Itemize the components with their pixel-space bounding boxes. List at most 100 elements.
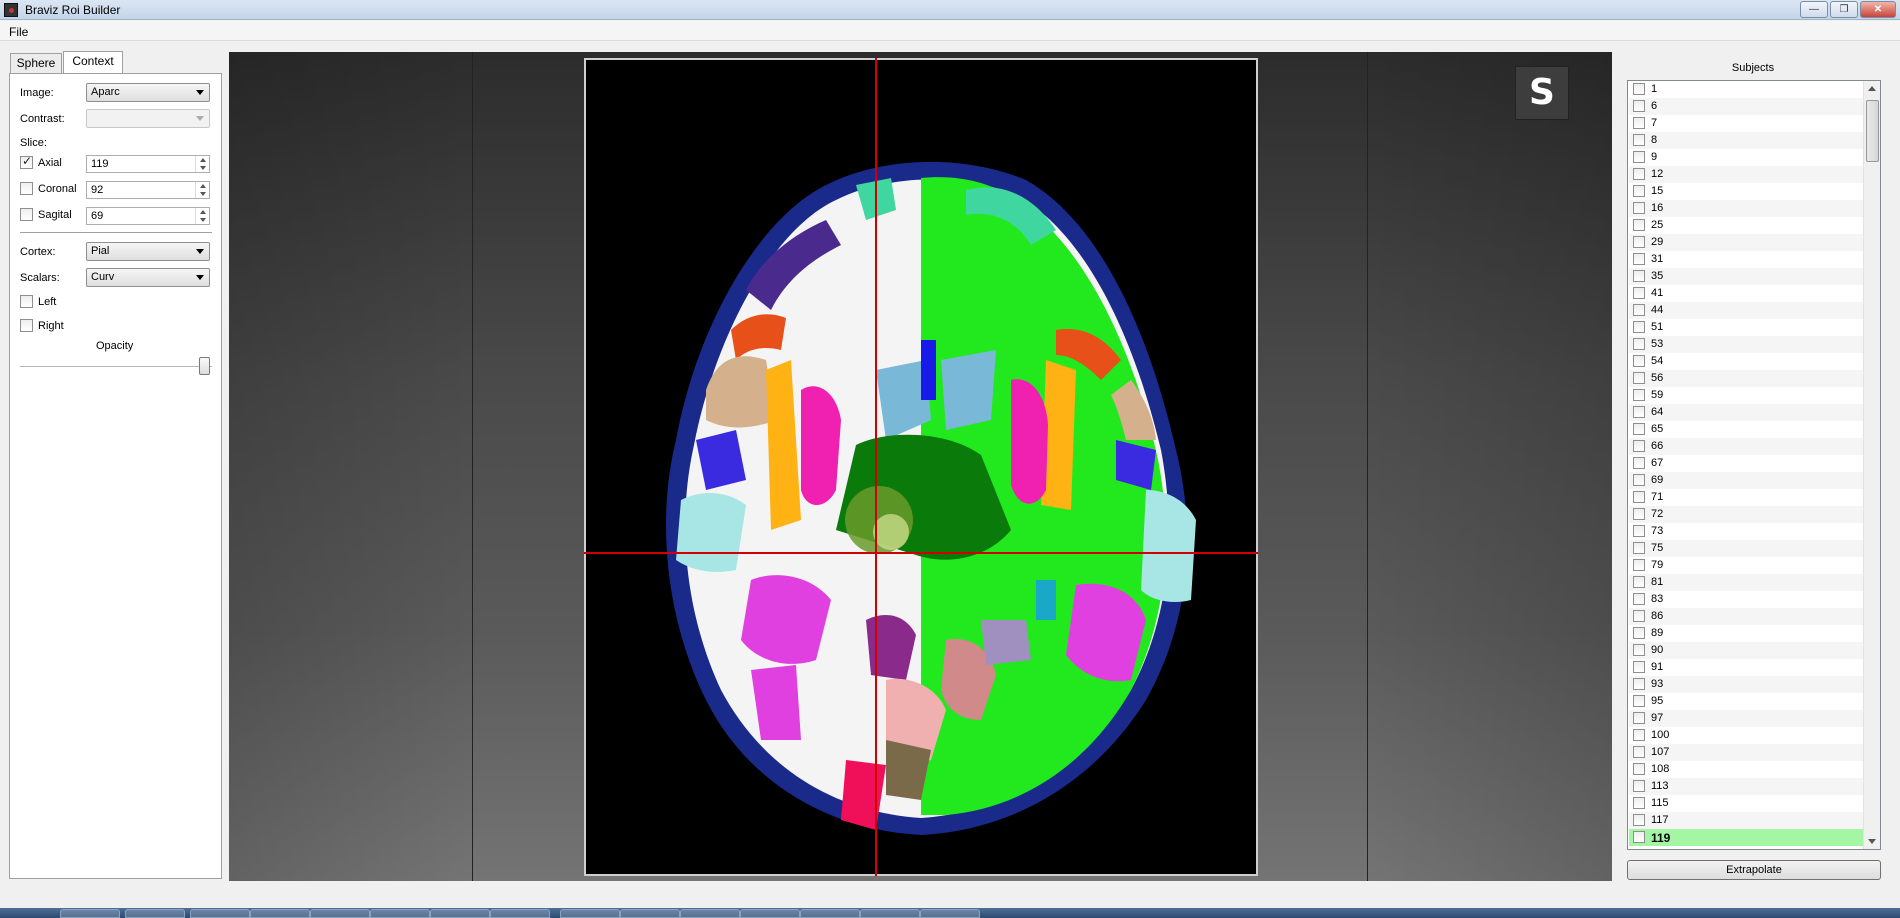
subject-checkbox[interactable] [1633, 304, 1645, 316]
sagital-spinbox[interactable]: 69 [86, 207, 210, 225]
subject-checkbox[interactable] [1633, 491, 1645, 503]
axial-spinbox[interactable]: 119 [86, 155, 210, 173]
subject-checkbox[interactable] [1633, 406, 1645, 418]
subject-row[interactable]: 108 [1629, 761, 1864, 778]
subject-row[interactable]: 29 [1629, 234, 1864, 251]
taskbar-button[interactable] [860, 909, 920, 918]
subject-checkbox[interactable] [1633, 780, 1645, 792]
subject-checkbox[interactable] [1633, 559, 1645, 571]
spin-arrows-icon[interactable] [195, 156, 209, 172]
taskbar-button[interactable] [800, 909, 860, 918]
subjects-list[interactable]: 1 6 7 8 9 12 15 16 25 29 31 35 41 44 51 53 54 56 59 64 65 66 6… [1627, 80, 1881, 850]
subject-checkbox[interactable] [1633, 712, 1645, 724]
right-checkbox[interactable] [20, 319, 33, 332]
subject-row[interactable]: 90 [1629, 642, 1864, 659]
subject-checkbox[interactable] [1633, 338, 1645, 350]
subject-checkbox[interactable] [1633, 168, 1645, 180]
subject-row[interactable]: 117 [1629, 812, 1864, 829]
subject-row[interactable]: 69 [1629, 472, 1864, 489]
scroll-up-icon[interactable] [1868, 86, 1876, 91]
taskbar-button[interactable] [60, 909, 120, 918]
taskbar-button[interactable] [310, 909, 370, 918]
subject-row[interactable]: 71 [1629, 489, 1864, 506]
taskbar-button[interactable] [490, 909, 550, 918]
close-button[interactable]: ✕ [1860, 1, 1896, 18]
subject-checkbox[interactable] [1633, 423, 1645, 435]
subject-row[interactable]: 115 [1629, 795, 1864, 812]
subject-row[interactable]: 25 [1629, 217, 1864, 234]
subject-checkbox[interactable] [1633, 678, 1645, 690]
subject-row[interactable]: 54 [1629, 353, 1864, 370]
contrast-combo[interactable] [86, 109, 210, 128]
subject-row[interactable]: 91 [1629, 659, 1864, 676]
subject-row[interactable]: 44 [1629, 302, 1864, 319]
subject-checkbox[interactable] [1633, 814, 1645, 826]
subject-checkbox[interactable] [1633, 134, 1645, 146]
subject-checkbox[interactable] [1633, 270, 1645, 282]
subject-checkbox[interactable] [1633, 576, 1645, 588]
image-combo[interactable]: Aparc [86, 83, 210, 102]
subject-row[interactable]: 119 [1629, 829, 1864, 846]
subject-checkbox[interactable] [1633, 729, 1645, 741]
subject-row[interactable]: 59 [1629, 387, 1864, 404]
subject-checkbox[interactable] [1633, 236, 1645, 248]
subject-checkbox[interactable] [1633, 321, 1645, 333]
subject-checkbox[interactable] [1633, 117, 1645, 129]
subject-row[interactable]: 51 [1629, 319, 1864, 336]
subject-checkbox[interactable] [1633, 695, 1645, 707]
sagital-checkbox[interactable] [20, 208, 33, 221]
taskbar-button[interactable] [620, 909, 680, 918]
subject-row[interactable]: 81 [1629, 574, 1864, 591]
axial-slice-image[interactable] [584, 58, 1258, 876]
taskbar-button[interactable] [250, 909, 310, 918]
subjects-scrollbar[interactable] [1863, 81, 1880, 849]
subject-checkbox[interactable] [1633, 287, 1645, 299]
subject-checkbox[interactable] [1633, 202, 1645, 214]
subject-checkbox[interactable] [1633, 763, 1645, 775]
subject-checkbox[interactable] [1633, 746, 1645, 758]
subject-row[interactable]: 75 [1629, 540, 1864, 557]
subject-row[interactable]: 66 [1629, 438, 1864, 455]
subject-checkbox[interactable] [1633, 83, 1645, 95]
subject-row[interactable]: 65 [1629, 421, 1864, 438]
taskbar-button[interactable] [680, 909, 740, 918]
taskbar-button[interactable] [190, 909, 250, 918]
subject-row[interactable]: 95 [1629, 693, 1864, 710]
subject-row[interactable]: 107 [1629, 744, 1864, 761]
subject-row[interactable]: 15 [1629, 183, 1864, 200]
subject-row[interactable]: 89 [1629, 625, 1864, 642]
subject-row[interactable]: 41 [1629, 285, 1864, 302]
scrollbar-thumb[interactable] [1866, 100, 1879, 162]
subject-checkbox[interactable] [1633, 525, 1645, 537]
subject-checkbox[interactable] [1633, 100, 1645, 112]
cortex-combo[interactable]: Pial [86, 242, 210, 261]
subject-checkbox[interactable] [1633, 661, 1645, 673]
subject-row[interactable]: 1 [1629, 81, 1864, 98]
subject-row[interactable]: 31 [1629, 251, 1864, 268]
axial-checkbox[interactable] [20, 154, 33, 169]
opacity-slider-handle[interactable] [199, 357, 210, 375]
subject-row[interactable]: 86 [1629, 608, 1864, 625]
subject-checkbox[interactable] [1633, 474, 1645, 486]
left-checkbox[interactable] [20, 295, 33, 308]
subject-row[interactable]: 7 [1629, 115, 1864, 132]
coronal-spinbox[interactable]: 92 [86, 181, 210, 199]
subject-checkbox[interactable] [1633, 253, 1645, 265]
subject-row[interactable]: 100 [1629, 727, 1864, 744]
subject-row[interactable]: 93 [1629, 676, 1864, 693]
spin-arrows-icon[interactable] [195, 182, 209, 198]
subject-row[interactable]: 67 [1629, 455, 1864, 472]
tab-sphere[interactable]: Sphere [10, 53, 62, 73]
subject-row[interactable]: 79 [1629, 557, 1864, 574]
subject-checkbox[interactable] [1633, 440, 1645, 452]
extrapolate-button[interactable]: Extrapolate [1627, 860, 1881, 880]
minimize-button[interactable]: — [1800, 1, 1828, 18]
tab-context[interactable]: Context [63, 51, 123, 73]
subject-row[interactable]: 56 [1629, 370, 1864, 387]
subject-row[interactable]: 9 [1629, 149, 1864, 166]
subject-row[interactable]: 12 [1629, 166, 1864, 183]
subject-row[interactable]: 73 [1629, 523, 1864, 540]
subject-checkbox[interactable] [1633, 644, 1645, 656]
render-viewport[interactable]: S [229, 52, 1612, 881]
subject-checkbox[interactable] [1633, 355, 1645, 367]
